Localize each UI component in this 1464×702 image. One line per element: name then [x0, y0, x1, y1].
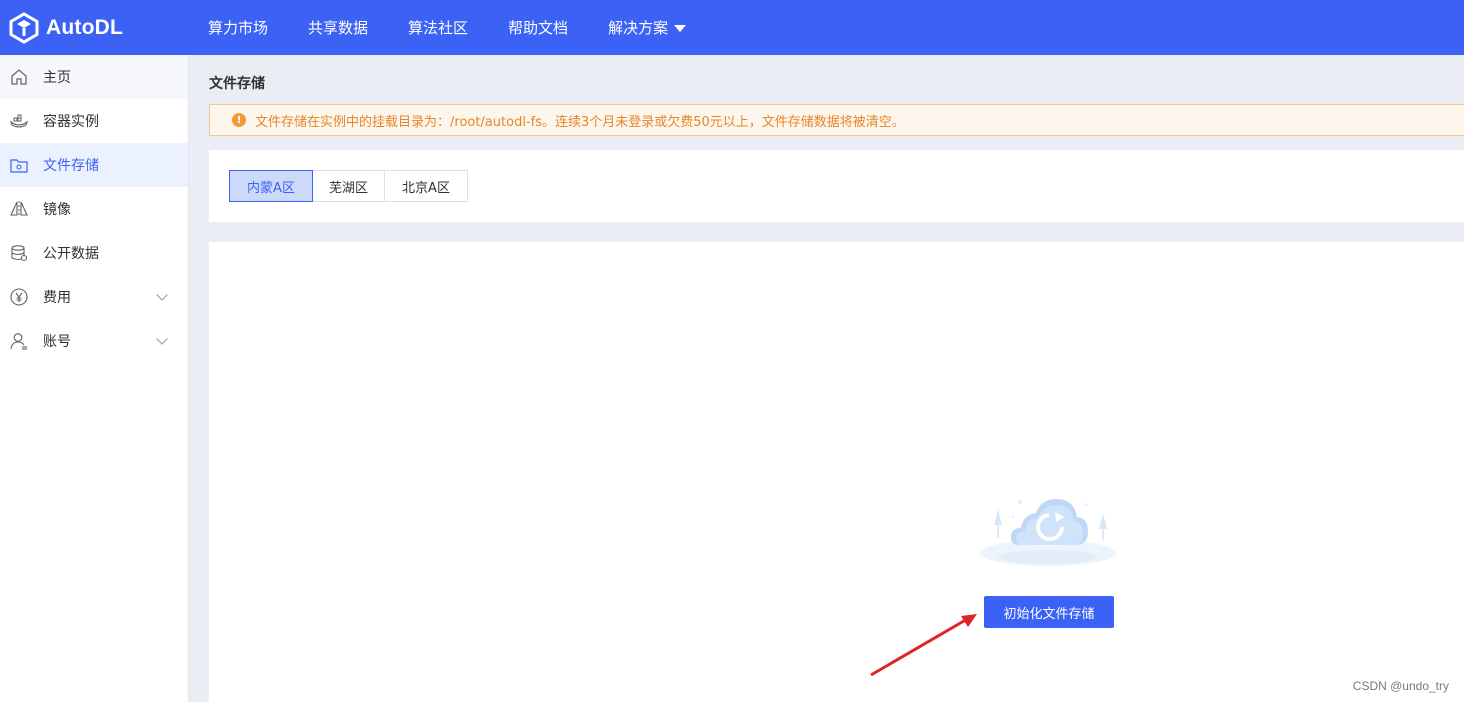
- database-icon: [9, 243, 29, 263]
- page-title: 文件存储: [209, 76, 265, 92]
- nav-solutions[interactable]: 解决方案: [608, 17, 687, 38]
- nav-help-docs[interactable]: 帮助文档: [508, 17, 568, 38]
- sidebar-item-file-storage[interactable]: 文件存储: [0, 143, 188, 187]
- sidebar-item-mirror[interactable]: 镜像: [0, 187, 188, 231]
- nav-compute-market[interactable]: 算力市场: [208, 17, 268, 38]
- nav-label: 算法社区: [408, 19, 469, 37]
- sidebar-item-label: 文件存储: [43, 158, 99, 174]
- chevron-down-icon: [156, 289, 168, 301]
- tab-region-neimeng-a[interactable]: 内蒙A区: [229, 170, 313, 202]
- storage-icon: [9, 155, 29, 175]
- sidebar-item-label: 账号: [43, 334, 71, 350]
- user-icon: [9, 331, 29, 351]
- container-icon: [9, 111, 29, 131]
- sidebar-item-label: 主页: [43, 70, 71, 86]
- logo-text: AutoDL: [46, 15, 124, 39]
- sidebar-item-label: 容器实例: [43, 114, 99, 130]
- sidebar-item-home[interactable]: 主页: [0, 55, 188, 99]
- sidebar-item-label: 公开数据: [43, 246, 99, 262]
- region-tabs: 内蒙A区 芜湖区 北京A区: [229, 170, 468, 202]
- yen-icon: [9, 287, 29, 307]
- autodl-logo-icon: [9, 11, 39, 44]
- watermark: CSDN @undo_try: [1352, 679, 1449, 693]
- storage-content-card: 初始化文件存储: [209, 242, 1464, 702]
- sidebar-item-public-data[interactable]: 公开数据: [0, 231, 188, 275]
- sidebar-item-label: 费用: [43, 290, 71, 306]
- tab-region-beijing-a[interactable]: 北京A区: [384, 170, 468, 202]
- cloud-refresh-illustration: [980, 499, 1116, 566]
- logo[interactable]: AutoDL: [8, 11, 208, 44]
- warning-icon: !: [232, 113, 246, 127]
- nav-label: 解决方案: [608, 19, 669, 37]
- chevron-down-icon: [156, 333, 168, 345]
- red-arrow-annotation: [870, 614, 977, 677]
- init-file-storage-button[interactable]: 初始化文件存储: [984, 596, 1114, 628]
- nav-label: 算力市场: [208, 19, 269, 37]
- region-card: 内蒙A区 芜湖区 北京A区: [209, 150, 1464, 222]
- nav-label: 共享数据: [308, 19, 369, 37]
- mirror-icon: [9, 199, 29, 219]
- alert-text: 文件存储在实例中的挂载目录为：/root/autodl-fs。连续3个月未登录或…: [255, 114, 905, 130]
- caret-down-icon: [674, 25, 687, 32]
- nav-shared-data[interactable]: 共享数据: [308, 17, 368, 38]
- sidebar: 主页 容器实例 文件存储 镜像 公开数据 费用 账号: [0, 55, 189, 702]
- sidebar-item-containers[interactable]: 容器实例: [0, 99, 188, 143]
- main-content: 文件存储 ! 文件存储在实例中的挂载目录为：/root/autodl-fs。连续…: [189, 55, 1464, 702]
- sidebar-item-account[interactable]: 账号: [0, 319, 188, 363]
- home-icon: [9, 67, 29, 87]
- tab-region-wuhu[interactable]: 芜湖区: [312, 170, 385, 202]
- sidebar-item-label: 镜像: [43, 202, 71, 218]
- nav-algo-community[interactable]: 算法社区: [408, 17, 468, 38]
- sidebar-item-billing[interactable]: 费用: [0, 275, 188, 319]
- warning-alert: ! 文件存储在实例中的挂载目录为：/root/autodl-fs。连续3个月未登…: [209, 104, 1464, 136]
- top-navbar: AutoDL 算力市场 共享数据 算法社区 帮助文档 解决方案: [0, 0, 1464, 55]
- main-nav: 算力市场 共享数据 算法社区 帮助文档 解决方案: [208, 17, 726, 38]
- nav-label: 帮助文档: [508, 19, 569, 37]
